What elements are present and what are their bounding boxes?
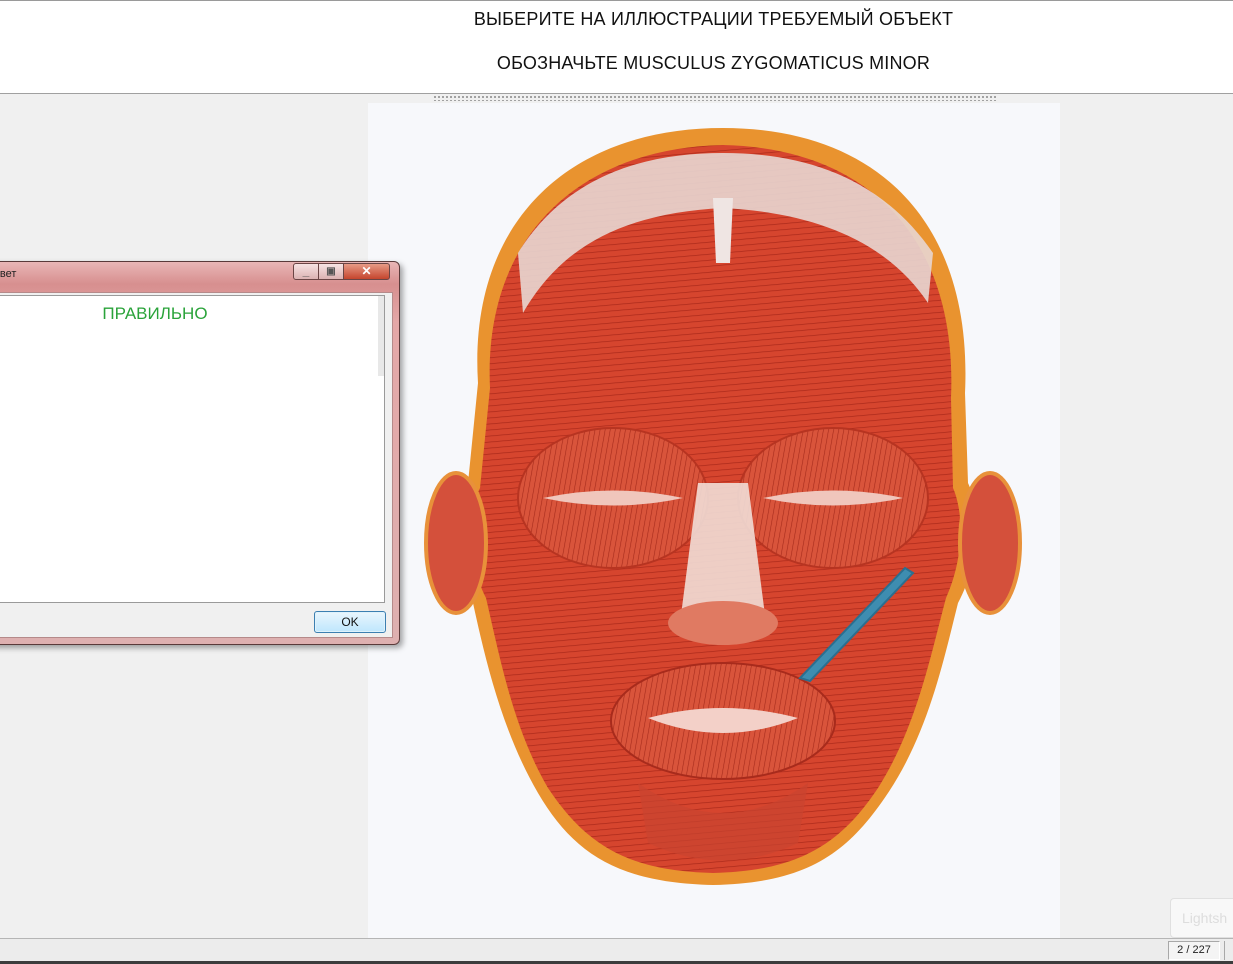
scrollbar[interactable]	[378, 296, 384, 376]
right-ear	[958, 471, 1022, 615]
watermark-popup: Lightsh	[1170, 898, 1233, 938]
maximize-icon: ▣	[326, 266, 336, 277]
resize-grip[interactable]	[433, 95, 996, 101]
minimize-button[interactable]: _	[293, 263, 319, 280]
page-counter: 2 / 227	[1168, 941, 1220, 960]
answer-dialog[interactable]: ответ _ ▣ ✕ ПРАВИЛЬНО OK	[0, 261, 400, 645]
answer-text-area[interactable]: ПРАВИЛЬНО	[0, 295, 385, 603]
dialog-body: ПРАВИЛЬНО OK	[0, 292, 393, 638]
task-header: ВЫБЕРИТЕ НА ИЛЛЮСТРАЦИИ ТРЕБУЕМЫЙ ОБЪЕКТ…	[0, 0, 1233, 94]
ok-button[interactable]: OK	[314, 611, 386, 633]
minimize-icon: _	[302, 264, 310, 278]
dialog-title: ответ	[0, 268, 17, 280]
result-message: ПРАВИЛЬНО	[102, 304, 208, 323]
left-ear	[424, 471, 488, 615]
anatomy-illustration[interactable]	[368, 103, 1060, 938]
close-icon: ✕	[361, 264, 372, 278]
forehead-midline	[713, 198, 733, 263]
face-muscles-figure[interactable]	[368, 103, 1060, 938]
close-button[interactable]: ✕	[343, 263, 390, 280]
instruction-text: ВЫБЕРИТЕ НА ИЛЛЮСТРАЦИИ ТРЕБУЕМЫЙ ОБЪЕКТ	[473, 9, 954, 29]
nostrils	[668, 601, 778, 645]
maximize-button[interactable]: ▣	[318, 263, 344, 280]
status-panel	[1224, 941, 1233, 960]
watermark-text: Lightsh	[1182, 910, 1228, 926]
task-text: ОБОЗНАЧЬТЕ MUSCULUS ZYGOMATICUS MINOR	[496, 53, 931, 73]
status-bar: 2 / 227	[0, 938, 1233, 964]
